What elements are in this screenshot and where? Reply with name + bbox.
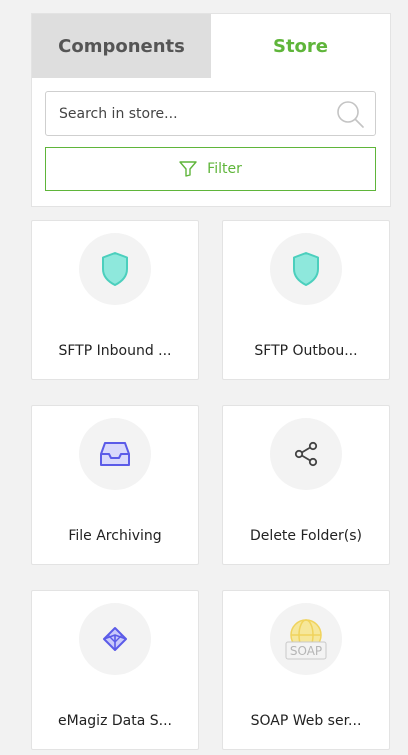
shield-icon xyxy=(102,252,128,286)
store-card-sftp-outbound[interactable]: SFTP Outbou... xyxy=(222,220,390,380)
search-input[interactable] xyxy=(57,104,335,123)
store-panel-header: Components Store Filter xyxy=(31,13,391,207)
card-icon-circle xyxy=(79,233,151,305)
card-icon-circle xyxy=(79,418,151,490)
card-icon-circle xyxy=(270,418,342,490)
inbox-icon xyxy=(100,442,130,466)
filter-label: Filter xyxy=(207,161,242,177)
store-card-delete-folder[interactable]: Delete Folder(s) xyxy=(222,405,390,565)
tab-store[interactable]: Store xyxy=(211,14,390,78)
card-label: SFTP Inbound ... xyxy=(58,343,172,359)
card-label: SFTP Outbou... xyxy=(254,343,358,359)
share-icon xyxy=(294,441,318,467)
filter-button[interactable]: Filter xyxy=(45,147,376,191)
tab-bar: Components Store xyxy=(32,14,390,78)
card-icon-circle xyxy=(270,233,342,305)
store-card-file-archiving[interactable]: File Archiving xyxy=(31,405,199,565)
card-label: File Archiving xyxy=(68,528,162,544)
card-label: Delete Folder(s) xyxy=(250,528,362,544)
filter-icon xyxy=(179,161,197,177)
tab-components[interactable]: Components xyxy=(32,14,211,78)
store-card-soap-web-service[interactable]: SOAP SOAP Web ser... xyxy=(222,590,390,750)
search-box xyxy=(45,91,376,136)
card-icon-circle xyxy=(79,603,151,675)
store-card-sftp-inbound[interactable]: SFTP Inbound ... xyxy=(31,220,199,380)
card-label: SOAP Web ser... xyxy=(250,713,362,729)
soap-icon: SOAP xyxy=(285,619,327,660)
card-label: eMagiz Data S... xyxy=(58,713,172,729)
cube-icon xyxy=(103,627,127,651)
store-card-emagiz-data-sink[interactable]: eMagiz Data S... xyxy=(31,590,199,750)
search-icon[interactable] xyxy=(335,99,365,129)
card-icon-circle: SOAP xyxy=(270,603,342,675)
shield-icon xyxy=(293,252,319,286)
soap-icon-text: SOAP xyxy=(290,644,322,658)
